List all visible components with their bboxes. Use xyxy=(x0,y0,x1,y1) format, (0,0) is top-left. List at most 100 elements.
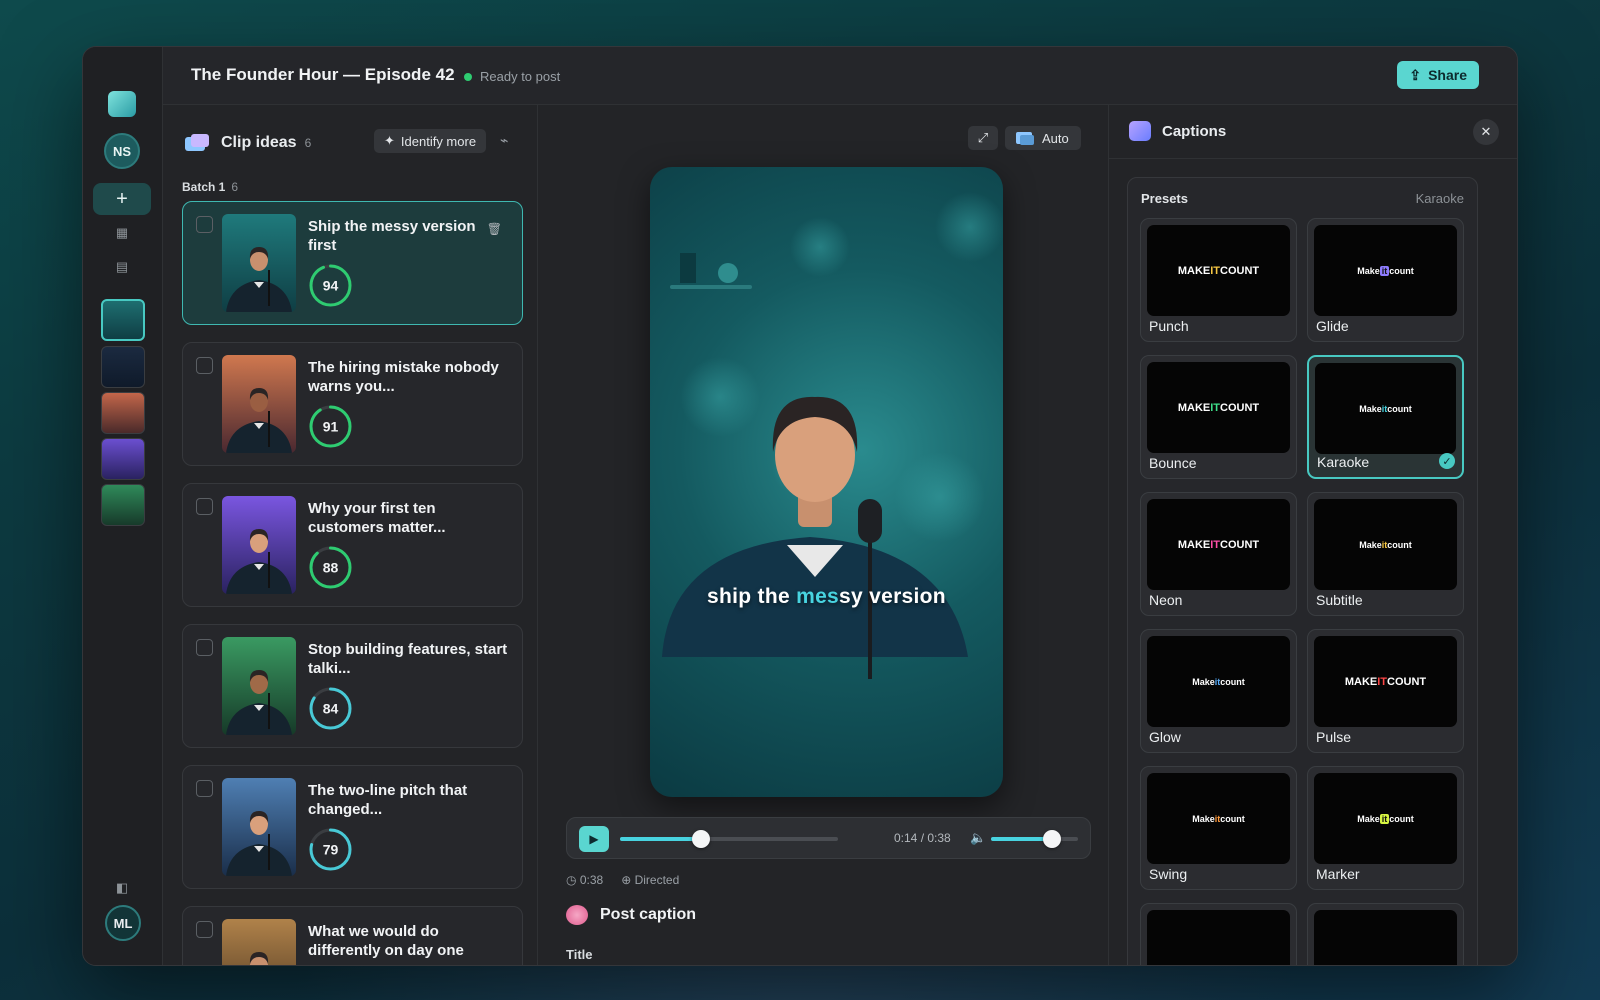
clip-thumbnail xyxy=(222,637,296,735)
expand-icon[interactable]: ⤢ xyxy=(968,126,998,150)
preview-word: Make xyxy=(1192,813,1215,824)
clip-card[interactable]: The hiring mistake nobody warns you... 91 xyxy=(182,342,523,466)
preview-word: COUNT xyxy=(1387,675,1427,688)
caption-highlight: mes xyxy=(796,585,840,608)
play-button[interactable]: ▶ xyxy=(579,826,609,852)
preview-highlight: IT xyxy=(1210,264,1221,277)
schedule-icon[interactable]: ▤ xyxy=(114,259,130,274)
captions-header: Captions ✕ xyxy=(1109,105,1517,159)
new-project-button[interactable]: + xyxy=(93,183,151,215)
speaker-illustration xyxy=(662,192,1003,679)
clip-checkbox[interactable] xyxy=(196,216,213,233)
preset-card-bounce[interactable]: MAKE IT COUNT Bounce xyxy=(1140,355,1297,479)
preset-name: Glow xyxy=(1149,729,1181,745)
close-icon[interactable]: ✕ xyxy=(1473,119,1499,145)
batch-count: 6 xyxy=(231,180,239,194)
trash-icon[interactable]: 🗑 xyxy=(487,222,502,236)
clip-title-text: The two-line pitch that changed... xyxy=(308,782,468,818)
preset-card-more[interactable] xyxy=(1307,903,1464,965)
status-text: Ready to post xyxy=(480,69,561,84)
volume-slider[interactable] xyxy=(991,830,1078,848)
preset-card-neon[interactable]: MAKE IT COUNT Neon xyxy=(1140,492,1297,616)
clip-title-text: Stop building features, start talki... xyxy=(308,641,508,677)
clip-ideas-title: Clip ideas xyxy=(221,134,297,151)
preview-word: count xyxy=(1220,813,1245,824)
post-caption-header: Post caption xyxy=(566,905,696,925)
volume-handle[interactable] xyxy=(1042,830,1061,848)
preview-word: MAKE xyxy=(1177,264,1211,277)
clip-card[interactable]: Stop building features, start talki... 84 xyxy=(182,624,523,748)
preset-name: Pulse xyxy=(1316,729,1352,745)
project-thumb-4[interactable] xyxy=(101,438,145,480)
flower-icon xyxy=(566,905,588,925)
duration-meta: ◷ 0:38 xyxy=(566,873,603,887)
clip-title: Why your first ten customers matter... xyxy=(308,499,508,537)
clip-checkbox[interactable] xyxy=(196,780,213,797)
clip-card[interactable]: Why your first ten customers matter... 88 xyxy=(182,483,523,607)
timeline-progress xyxy=(620,837,701,841)
preset-name: Punch xyxy=(1149,318,1189,334)
caption-word-before: ship the xyxy=(707,585,797,608)
clip-thumbnail xyxy=(222,496,296,594)
preview-highlight: IT xyxy=(1210,538,1221,551)
sparkle-icon: ✦ xyxy=(384,133,395,148)
score-value: 88 xyxy=(323,560,339,576)
app-logo[interactable] xyxy=(108,91,136,117)
sidebar-toggle-icon[interactable]: ◧ xyxy=(114,880,130,895)
preset-preview: Make it count xyxy=(1147,773,1290,864)
preview-word: COUNT xyxy=(1220,264,1260,277)
project-thumb-5[interactable] xyxy=(101,484,145,526)
preset-card-pulse[interactable]: MAKE IT COUNT Pulse xyxy=(1307,629,1464,753)
share-label: Share xyxy=(1428,67,1467,83)
preset-card-punch[interactable]: MAKE IT COUNT Punch xyxy=(1140,218,1297,342)
volume-icon[interactable]: 🔈 xyxy=(970,830,986,846)
preset-name: Swing xyxy=(1149,866,1188,882)
preset-preview xyxy=(1147,910,1290,965)
auto-layout-button[interactable]: Auto xyxy=(1005,126,1081,150)
clip-title: Stop building features, start talki... xyxy=(308,640,508,678)
preset-name: Marker xyxy=(1316,866,1360,882)
clip-checkbox[interactable] xyxy=(196,357,213,374)
clip-title: Ship the messy version first xyxy=(308,217,508,255)
clip-checkbox[interactable] xyxy=(196,639,213,656)
share-button[interactable]: ⇪ Share xyxy=(1397,61,1479,89)
identify-more-button[interactable]: ✦ Identify more xyxy=(374,129,487,153)
activity-icon[interactable]: ⌁ xyxy=(500,132,508,149)
mode-meta: ⊕ Directed xyxy=(621,873,679,887)
timeline-handle[interactable] xyxy=(691,830,710,848)
preset-card-glow[interactable]: Make it count Glow xyxy=(1140,629,1297,753)
clip-card[interactable]: What we would do differently on day one xyxy=(182,906,523,965)
project-thumb-1[interactable] xyxy=(101,299,145,341)
preset-preview: Make it count xyxy=(1314,773,1457,864)
preview-highlight: it xyxy=(1379,265,1390,276)
preset-card-marker[interactable]: Make it count Marker xyxy=(1307,766,1464,890)
auto-label: Auto xyxy=(1042,130,1069,146)
timeline-scrubber[interactable] xyxy=(620,830,838,848)
calendar-icon[interactable]: ▦ xyxy=(114,225,130,240)
preset-preview: MAKE IT COUNT xyxy=(1147,225,1290,316)
clip-thumbnail xyxy=(222,214,296,312)
preset-card-more[interactable] xyxy=(1140,903,1297,965)
project-thumb-2[interactable] xyxy=(101,346,145,388)
clip-checkbox[interactable] xyxy=(196,921,213,938)
batch-label: Batch 1 xyxy=(182,180,226,194)
clip-ideas-icon xyxy=(185,134,209,151)
preset-card-karaoke[interactable]: Make it count Karaoke ✓ xyxy=(1307,355,1464,479)
left-rail: NS + ▦ ▤ ◧ ML xyxy=(83,47,163,965)
score-value: 94 xyxy=(323,278,339,294)
clip-checkbox[interactable] xyxy=(196,498,213,515)
preview-word: Make xyxy=(1357,813,1380,824)
preset-card-swing[interactable]: Make it count Swing xyxy=(1140,766,1297,890)
preview-stage: ⤢ Auto ship the messy version ▶ 0:14 / 0… xyxy=(538,105,1108,965)
clip-thumbnail xyxy=(222,355,296,453)
preset-card-subtitle[interactable]: Make it count Subtitle xyxy=(1307,492,1464,616)
workspace-avatar[interactable]: NS xyxy=(104,133,140,169)
project-thumb-3[interactable] xyxy=(101,392,145,434)
clip-card[interactable]: Ship the messy version first 94 🗑 xyxy=(182,201,523,325)
preset-card-glide[interactable]: Make it count Glide xyxy=(1307,218,1464,342)
virality-score: 91 xyxy=(309,405,352,448)
preset-name: Glide xyxy=(1316,318,1349,334)
user-avatar[interactable]: ML xyxy=(105,905,141,941)
video-preview[interactable]: ship the messy version xyxy=(650,167,1003,797)
clip-card[interactable]: The two-line pitch that changed... 79 xyxy=(182,765,523,889)
